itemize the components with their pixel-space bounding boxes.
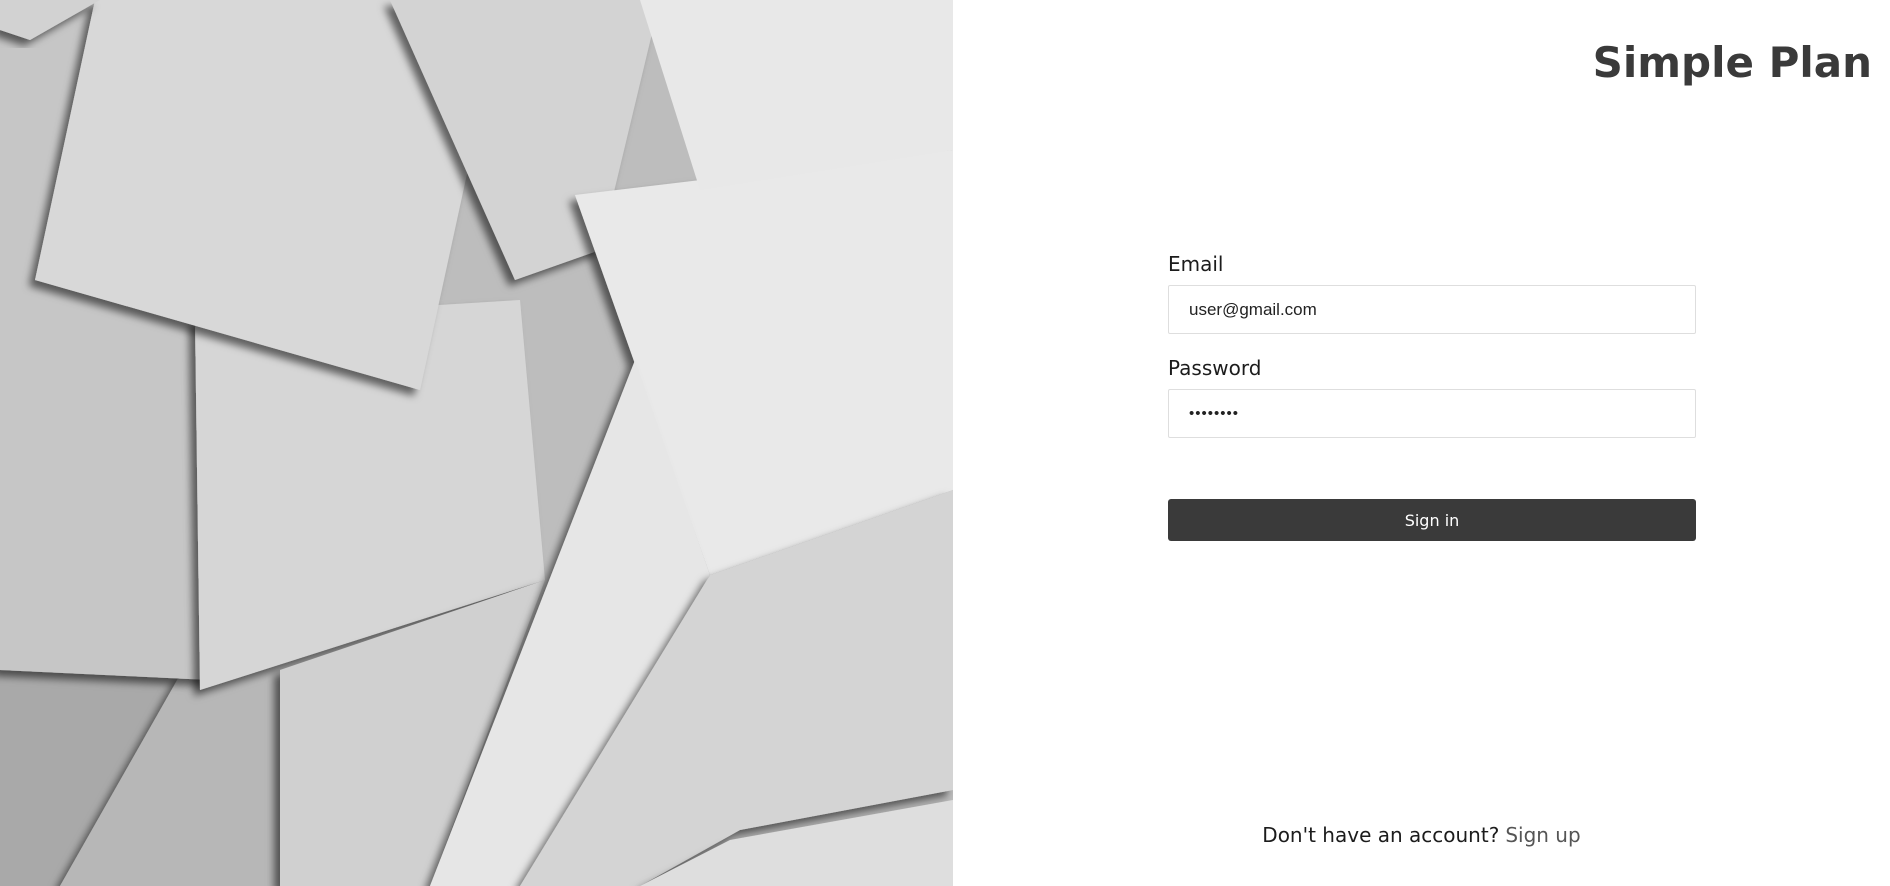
paper-collage-illustration (0, 0, 953, 886)
sign-in-button[interactable]: Sign in (1168, 499, 1696, 541)
signup-prompt-text: Don't have an account? (1262, 823, 1500, 847)
email-label: Email (1168, 252, 1224, 276)
signup-prompt: Don't have an account? Sign up (953, 823, 1890, 847)
password-label: Password (1168, 356, 1262, 380)
login-page: Simple Plan Email Password Sign in Don't… (0, 0, 1890, 886)
hero-image (0, 0, 953, 886)
brand-title: Simple Plan (1592, 38, 1872, 87)
password-field[interactable] (1168, 389, 1696, 438)
email-field[interactable] (1168, 285, 1696, 334)
login-panel: Simple Plan Email Password Sign in Don't… (953, 0, 1890, 886)
sign-up-link[interactable]: Sign up (1505, 823, 1580, 847)
login-form: Email Password Sign in (1168, 252, 1696, 541)
